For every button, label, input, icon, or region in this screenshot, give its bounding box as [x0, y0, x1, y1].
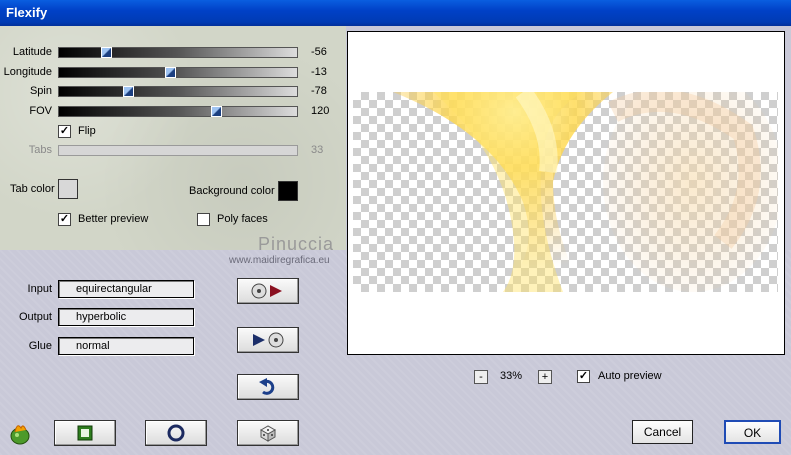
- latitude-label: Latitude: [12, 46, 52, 58]
- undo-arrow-icon: [259, 378, 275, 395]
- spin-track[interactable]: [58, 86, 298, 97]
- ok-button[interactable]: OK: [724, 420, 781, 444]
- watermark-url: www.maidiregrafica.eu: [229, 255, 330, 266]
- disc-to-arrow-icon: [251, 283, 282, 299]
- input-label: Input: [27, 283, 52, 295]
- glue-select[interactable]: normal: [58, 337, 194, 355]
- flip-checkbox[interactable]: ✓: [58, 125, 71, 138]
- glue-label: Glue: [28, 340, 52, 352]
- fov-thumb[interactable]: [211, 106, 222, 117]
- longitude-value: -13: [311, 66, 327, 78]
- better-preview-label: Better preview: [78, 213, 149, 225]
- flip-label: Flip: [78, 125, 96, 137]
- longitude-thumb[interactable]: [165, 67, 176, 78]
- tab-color-swatch[interactable]: [58, 179, 78, 199]
- square-button[interactable]: [54, 420, 116, 446]
- square-icon: [77, 425, 93, 441]
- cancel-button[interactable]: Cancel: [632, 420, 693, 444]
- flexify-dialog: Flexify Latitude -56 Longitude -13 Spin …: [0, 0, 791, 455]
- auto-preview-checkbox[interactable]: ✓: [577, 370, 590, 383]
- latitude-value: -56: [311, 46, 327, 58]
- preview-frame[interactable]: [347, 31, 785, 355]
- background-color-swatch[interactable]: [278, 181, 298, 201]
- arrow-to-disc-icon: [253, 332, 284, 348]
- output-label: Output: [18, 311, 52, 323]
- flaming-pear-icon[interactable]: [7, 420, 33, 449]
- fov-value: 120: [311, 105, 330, 117]
- latitude-track[interactable]: [58, 47, 298, 58]
- zoom-out-button[interactable]: -: [474, 370, 488, 384]
- preview-image: [353, 92, 778, 292]
- save-settings-button[interactable]: [237, 327, 299, 353]
- settings-panel: [0, 26, 346, 250]
- randomize-button[interactable]: [237, 420, 299, 446]
- longitude-track[interactable]: [58, 67, 298, 78]
- spin-thumb[interactable]: [123, 86, 134, 97]
- circle-icon: [167, 424, 185, 442]
- tabs-label: Tabs: [28, 144, 52, 156]
- auto-preview-label: Auto preview: [598, 370, 662, 382]
- window-title: Flexify: [6, 5, 48, 20]
- zoom-in-button[interactable]: +: [538, 370, 552, 384]
- title-bar: Flexify: [0, 0, 791, 26]
- tab-color-label: Tab color: [10, 183, 55, 195]
- load-settings-button[interactable]: [237, 278, 299, 304]
- watermark-name: Pinuccia: [258, 234, 335, 254]
- fov-label: FOV: [29, 105, 52, 117]
- spin-label: Spin: [29, 85, 52, 97]
- output-select[interactable]: hyperbolic: [58, 308, 194, 326]
- longitude-label: Longitude: [3, 66, 52, 78]
- dice-icon: [259, 425, 277, 442]
- undo-button[interactable]: [237, 374, 299, 400]
- latitude-thumb[interactable]: [101, 47, 112, 58]
- background-color-label: Background color: [189, 185, 275, 197]
- poly-faces-checkbox[interactable]: [197, 213, 210, 226]
- tabs-track: [58, 145, 298, 156]
- zoom-value: 33%: [500, 370, 523, 382]
- better-preview-checkbox[interactable]: ✓: [58, 213, 71, 226]
- tabs-value: 33: [311, 144, 324, 156]
- input-select[interactable]: equirectangular: [58, 280, 194, 298]
- fov-track[interactable]: [58, 106, 298, 117]
- poly-faces-label: Poly faces: [217, 213, 268, 225]
- spin-value: -78: [311, 85, 327, 97]
- circle-button[interactable]: [145, 420, 207, 446]
